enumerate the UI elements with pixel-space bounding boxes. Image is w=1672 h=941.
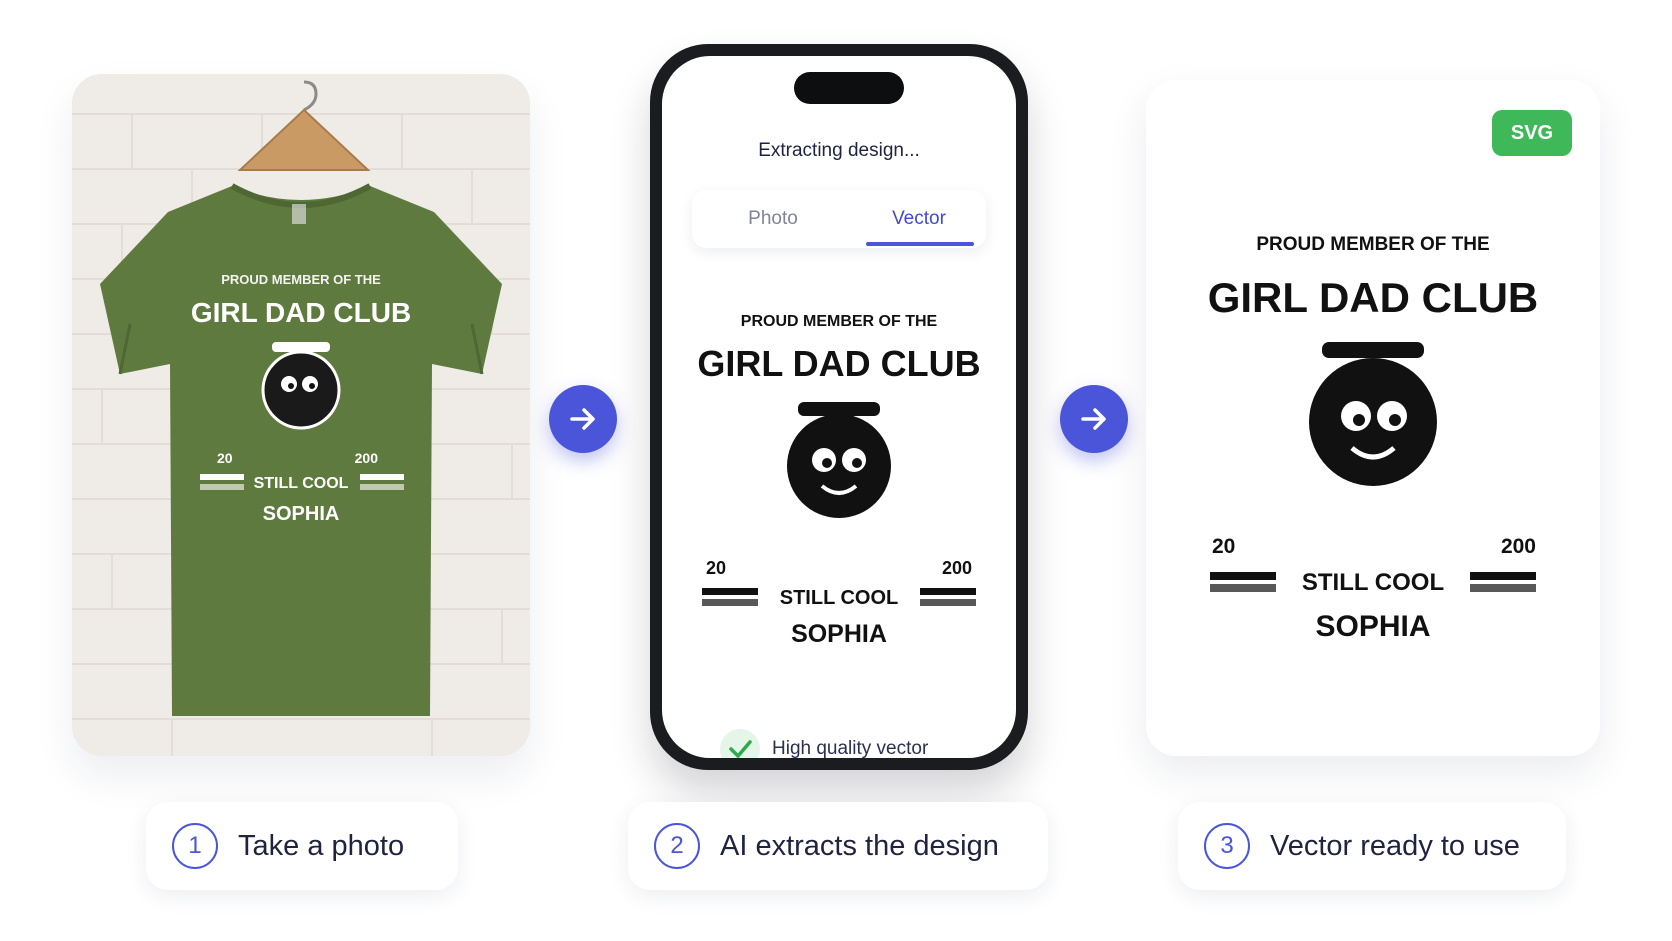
svg-text:SOPHIA: SOPHIA bbox=[263, 503, 340, 525]
step-1-label: Take a photo bbox=[238, 829, 405, 862]
svg-format-badge: SVG bbox=[1492, 110, 1572, 156]
svg-text:PROUD MEMBER OF THE: PROUD MEMBER OF THE bbox=[741, 313, 938, 330]
svg-text:20: 20 bbox=[217, 450, 233, 466]
svg-text:20: 20 bbox=[1212, 535, 1235, 558]
svg-text:SOPHIA: SOPHIA bbox=[1315, 610, 1430, 643]
view-tabs: Photo Vector bbox=[692, 190, 986, 248]
svg-text:STILL COOL: STILL COOL bbox=[254, 475, 349, 492]
svg-text:200: 200 bbox=[942, 558, 972, 578]
svg-text:200: 200 bbox=[1501, 535, 1536, 558]
phone-notch bbox=[794, 72, 904, 104]
tshirt-photo: PROUD MEMBER OF THE GIRL DAD CLUB 20 200… bbox=[72, 74, 530, 756]
next-arrow-button-2[interactable] bbox=[1060, 385, 1128, 453]
svg-text:STILL COOL: STILL COOL bbox=[780, 587, 899, 609]
step-2-number: 2 bbox=[654, 823, 700, 869]
svg-text:SOPHIA: SOPHIA bbox=[791, 620, 887, 648]
tab-photo[interactable]: Photo bbox=[708, 190, 838, 248]
step-1-pill: 1 Take a photo bbox=[146, 802, 458, 890]
design-artwork: PROUD MEMBER OF THE GIRL DAD CLUB 20 200… bbox=[697, 313, 980, 648]
step-2-pill: 2 AI extracts the design bbox=[628, 802, 1048, 890]
tshirt-photo-card: PROUD MEMBER OF THE GIRL DAD CLUB 20 200… bbox=[72, 74, 530, 756]
arrow-right-icon bbox=[570, 408, 595, 430]
vector-preview: PROUD MEMBER OF THE GIRL DAD CLUB 20 200… bbox=[682, 276, 996, 686]
svg-text:20: 20 bbox=[706, 558, 726, 578]
vector-artwork: PROUD MEMBER OF THE GIRL DAD CLUB 20 200… bbox=[1208, 234, 1539, 643]
quality-indicator: High quality vector bbox=[720, 728, 928, 758]
svg-text:200: 200 bbox=[355, 450, 379, 466]
svg-text:STILL COOL: STILL COOL bbox=[1302, 569, 1444, 596]
svg-text:PROUD MEMBER OF THE: PROUD MEMBER OF THE bbox=[221, 272, 381, 287]
step-1-number: 1 bbox=[172, 823, 218, 869]
phone-screen: Extracting design... Photo Vector PROUD … bbox=[662, 56, 1016, 758]
phone-mockup: Extracting design... Photo Vector PROUD … bbox=[650, 44, 1028, 770]
arrow-right-icon bbox=[1081, 408, 1106, 430]
svg-text:PROUD MEMBER OF THE: PROUD MEMBER OF THE bbox=[1256, 234, 1489, 255]
check-icon bbox=[720, 729, 760, 758]
svg-text:GIRL DAD CLUB: GIRL DAD CLUB bbox=[697, 343, 980, 384]
next-arrow-button[interactable] bbox=[549, 385, 617, 453]
svg-text:GIRL DAD CLUB: GIRL DAD CLUB bbox=[1208, 274, 1539, 321]
step-3-number: 3 bbox=[1204, 823, 1250, 869]
extracting-status: Extracting design... bbox=[758, 140, 920, 161]
step-3-label: Vector ready to use bbox=[1270, 829, 1520, 862]
step-2-label: AI extracts the design bbox=[720, 829, 999, 862]
vector-result-card: SVG PROUD MEMBER OF THE GIRL DAD CLUB 20… bbox=[1146, 80, 1600, 756]
svg-text:GIRL DAD CLUB: GIRL DAD CLUB bbox=[191, 297, 411, 328]
tab-vector[interactable]: Vector bbox=[854, 190, 984, 248]
active-tab-indicator bbox=[866, 242, 974, 246]
step-3-pill: 3 Vector ready to use bbox=[1178, 802, 1566, 890]
quality-label: High quality vector bbox=[772, 738, 929, 758]
